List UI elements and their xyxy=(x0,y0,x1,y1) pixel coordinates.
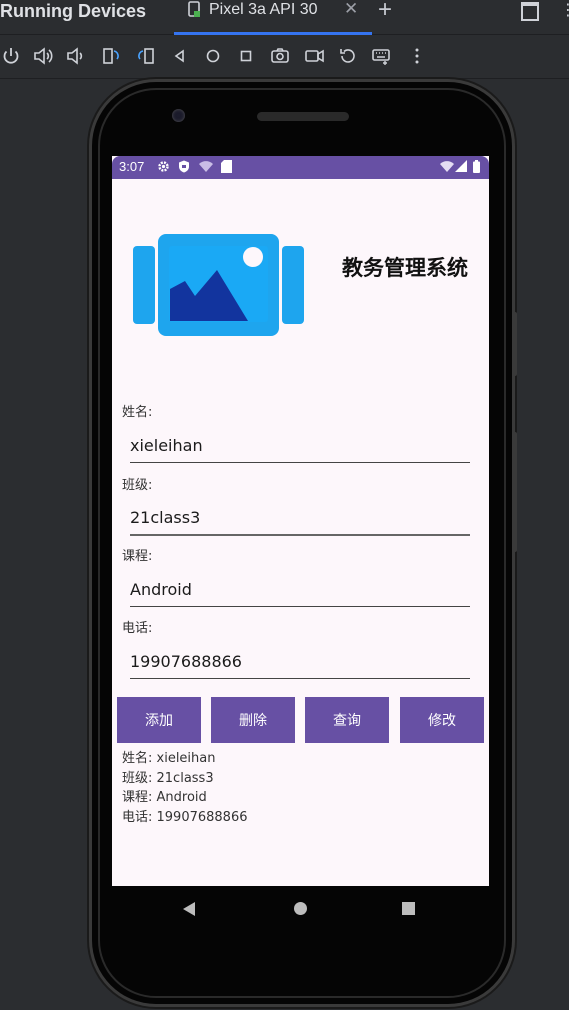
screenshot-icon[interactable] xyxy=(269,45,291,67)
reset-icon[interactable] xyxy=(337,45,359,67)
power-icon[interactable] xyxy=(0,45,22,67)
cell-signal-icon xyxy=(455,160,467,172)
battery-icon xyxy=(473,160,480,173)
name-field[interactable]: xieleihan xyxy=(130,436,470,463)
front-camera xyxy=(172,109,185,122)
panel-title: Running Devices xyxy=(0,1,147,21)
shield-icon xyxy=(179,160,189,173)
status-bar: 3:07 xyxy=(112,156,489,179)
power-button xyxy=(513,312,517,376)
nav-home-icon[interactable] xyxy=(294,902,307,915)
overview-icon[interactable] xyxy=(235,45,257,67)
result-phone: 电话: 19907688866 xyxy=(122,810,248,825)
more-icon[interactable] xyxy=(406,45,428,67)
delete-button[interactable]: 删除 xyxy=(211,697,295,743)
rotate-left-icon[interactable] xyxy=(100,45,122,67)
result-name: 姓名: xieleihan xyxy=(122,751,216,766)
screen-record-icon[interactable] xyxy=(303,45,325,67)
modify-button[interactable]: 修改 xyxy=(400,697,484,743)
back-icon[interactable] xyxy=(169,45,191,67)
result-class: 班级: 21class3 xyxy=(122,771,214,786)
device-icon xyxy=(188,1,200,17)
class-field[interactable]: 21class3 xyxy=(130,508,470,536)
rotate-right-icon[interactable] xyxy=(135,45,157,67)
app-title: 教务管理系统 xyxy=(342,256,468,280)
result-course: 课程: Android xyxy=(122,790,207,805)
status-time: 3:07 xyxy=(119,159,145,174)
nav-recents-icon[interactable] xyxy=(402,902,415,915)
ide-top-bar: Running Devices Pixel 3a API 30 ✕ + ⋮ xyxy=(0,0,569,35)
course-field[interactable]: Android xyxy=(130,580,470,607)
wifi-icon xyxy=(199,161,213,172)
earpiece-speaker xyxy=(257,112,349,121)
add-tab-icon[interactable]: + xyxy=(378,0,392,24)
volume-up-icon[interactable] xyxy=(32,45,54,67)
active-tab-indicator xyxy=(174,32,372,35)
name-label: 姓名: xyxy=(122,405,153,420)
query-button[interactable]: 查询 xyxy=(305,697,389,743)
wifi-signal-icon xyxy=(440,161,454,172)
nav-back-icon[interactable] xyxy=(183,902,195,916)
app-logo-image-icon xyxy=(133,234,304,336)
device-screen: 3:07 教务管理系统 姓名: xieleihan 班级: 21class3 课… xyxy=(112,156,489,886)
home-icon[interactable] xyxy=(202,45,224,67)
settings-icon xyxy=(158,161,169,172)
window-layout-icon[interactable] xyxy=(521,2,539,21)
tab-label: Pixel 3a API 30 xyxy=(209,1,318,18)
volume-rocker xyxy=(513,432,517,552)
course-label: 课程: xyxy=(122,549,153,564)
phone-field[interactable]: 19907688866 xyxy=(130,652,470,679)
volume-down-icon[interactable] xyxy=(65,45,87,67)
sd-card-icon xyxy=(221,160,232,173)
class-label: 班级: xyxy=(122,478,153,493)
add-button[interactable]: 添加 xyxy=(117,697,201,743)
close-tab-icon[interactable]: ✕ xyxy=(344,0,358,19)
phone-label: 电话: xyxy=(122,621,153,636)
more-options-icon[interactable]: ⋮ xyxy=(560,0,569,19)
emulator-toolbar xyxy=(0,36,569,79)
keyboard-icon[interactable] xyxy=(370,45,392,67)
